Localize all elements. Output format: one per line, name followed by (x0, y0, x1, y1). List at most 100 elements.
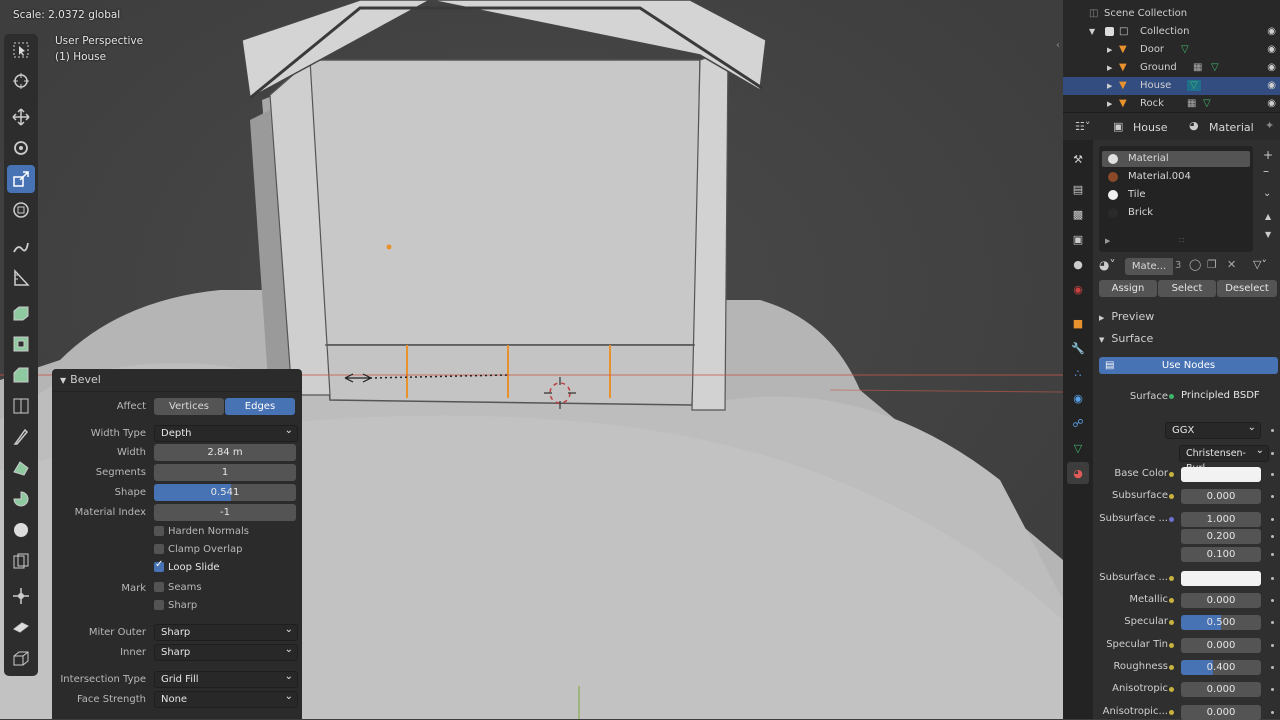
collection-row[interactable]: ▼ □ Collection ◉ (1063, 23, 1280, 41)
rotate-tool-icon[interactable] (7, 134, 35, 162)
bsdf-input-field[interactable] (1181, 571, 1261, 586)
unlink-icon[interactable]: ✕ (1227, 258, 1236, 271)
outliner-item-house[interactable]: ▶ ▼ House ▽ ◉ (1063, 77, 1280, 95)
bevel-operator-panel[interactable]: ▼ Bevel Affect Vertices Edges Width Type D… (52, 369, 302, 719)
tool-tab-icon[interactable]: ⚒ (1067, 148, 1089, 170)
object-tab-icon[interactable]: ■ (1067, 312, 1089, 334)
bsdf-input-field[interactable] (1181, 467, 1261, 482)
scene-tab-icon[interactable]: ● (1067, 253, 1089, 275)
bsdf-input-field[interactable]: 0.500 (1181, 615, 1261, 630)
keyframe-dot[interactable] (1271, 535, 1274, 538)
keyframe-dot[interactable] (1271, 621, 1274, 624)
material-slot-item[interactable]: Brick (1102, 205, 1250, 221)
keyframe-dot[interactable] (1271, 429, 1274, 432)
bsdf-input-field[interactable]: 1.000 (1181, 512, 1261, 527)
visibility-eye-icon[interactable]: ◉ (1267, 98, 1276, 109)
assign-button[interactable]: Assign (1099, 280, 1157, 297)
sharp-checkbox[interactable]: Sharp (154, 600, 197, 611)
rip-tool-icon[interactable] (7, 613, 35, 641)
pin-icon[interactable]: ✦ (1265, 119, 1274, 132)
output-tab-icon[interactable]: ▩ (1067, 203, 1089, 225)
smooth-tool-icon[interactable] (7, 516, 35, 544)
transform-tool-icon[interactable] (7, 196, 35, 224)
duplicate-material-icon[interactable]: ❐ (1207, 258, 1217, 271)
context-material-name[interactable]: Material (1209, 121, 1254, 134)
render-tab-icon[interactable]: ▤ (1067, 178, 1089, 200)
extrude-tool-icon[interactable] (7, 299, 35, 327)
intersection-type-dropdown[interactable]: Grid Fill (154, 669, 298, 688)
mesh-data-tab-icon[interactable]: ▽ (1067, 437, 1089, 459)
clamp-overlap-checkbox[interactable]: Clamp Overlap (154, 544, 242, 555)
bsdf-input-field[interactable]: 0.000 (1181, 489, 1261, 504)
browse-material-icon[interactable]: ◕˅ (1099, 258, 1115, 272)
miter-outer-dropdown[interactable]: Sharp (154, 622, 298, 641)
bsdf-input-field[interactable]: 0.100 (1181, 547, 1261, 562)
move-up-icon[interactable]: ▲ (1265, 212, 1271, 221)
material-slot-list[interactable]: Material Material.004 Tile Brick ▶ ∷ (1099, 146, 1253, 252)
face-strength-dropdown[interactable]: None (154, 689, 298, 708)
slot-specials-icon[interactable]: ⌄ (1263, 188, 1271, 199)
material-index-field[interactable]: -1 (154, 504, 296, 521)
outliner-item-ground[interactable]: ▶ ▼ Ground ▦ ▽ ◉ (1063, 59, 1280, 77)
3d-viewport[interactable]: Scale: 2.0372 global User Perspective (1… (0, 0, 1063, 719)
material-tab-icon[interactable]: ◕ (1067, 462, 1089, 484)
poly-build-tool-icon[interactable] (7, 454, 35, 482)
visibility-eye-icon[interactable]: ◉ (1267, 26, 1276, 37)
expand-arrow-icon[interactable]: ▶ (1105, 237, 1110, 245)
cube-tool-icon[interactable] (7, 644, 35, 672)
shape-slider[interactable]: 0.541 (154, 484, 296, 501)
outliner-item-door[interactable]: ▶ ▼ Door ▽ ◉ (1063, 41, 1280, 59)
width-field[interactable]: 2.84 m (154, 444, 296, 461)
editor-type-icon[interactable]: ☷˅ (1075, 120, 1090, 133)
modifier-tab-icon[interactable]: 🔧 (1067, 337, 1089, 359)
loop-slide-checkbox[interactable]: Loop Slide (154, 559, 220, 573)
keyframe-dot[interactable] (1271, 644, 1274, 647)
keyframe-dot[interactable] (1271, 599, 1274, 602)
keyframe-dot[interactable] (1271, 666, 1274, 669)
affect-vertices-option[interactable]: Vertices (154, 398, 224, 415)
constraints-tab-icon[interactable]: ☍ (1067, 412, 1089, 434)
keyframe-dot[interactable] (1271, 577, 1274, 580)
move-down-icon[interactable]: ▼ (1265, 230, 1271, 239)
segments-field[interactable]: 1 (154, 464, 296, 481)
shear-tool-icon[interactable] (7, 582, 35, 610)
keyframe-dot[interactable] (1271, 473, 1274, 476)
seams-checkbox[interactable]: Seams (154, 582, 202, 593)
outliner-item-rock[interactable]: ▶ ▼ Rock ▦ ▽ ◉ (1063, 95, 1280, 113)
bsdf-input-field[interactable]: 0.000 (1181, 682, 1261, 697)
loop-cut-tool-icon[interactable] (7, 392, 35, 420)
keyframe-dot[interactable] (1271, 688, 1274, 691)
keyframe-dot[interactable] (1271, 553, 1274, 556)
material-slot-item[interactable]: Tile (1102, 187, 1250, 203)
remove-slot-icon[interactable]: – (1263, 164, 1269, 178)
spin-tool-icon[interactable] (7, 485, 35, 513)
knife-tool-icon[interactable] (7, 423, 35, 451)
select-box-tool-icon[interactable] (7, 36, 35, 64)
keyframe-dot[interactable] (1271, 518, 1274, 521)
use-nodes-button[interactable]: ▤ Use Nodes (1099, 357, 1278, 374)
measure-tool-icon[interactable] (7, 264, 35, 292)
particles-tab-icon[interactable]: ∴ (1067, 362, 1089, 384)
keyframe-dot[interactable] (1271, 711, 1274, 714)
scene-collection-row[interactable]: ◫ Scene Collection (1063, 5, 1280, 23)
annotate-tool-icon[interactable] (7, 233, 35, 261)
material-slot-item[interactable]: Material.004 (1102, 169, 1250, 185)
width-type-dropdown[interactable]: Depth (154, 423, 298, 442)
distribution-dropdown[interactable]: GGX (1165, 420, 1261, 439)
filter-icon[interactable]: ▽˅ (1253, 258, 1267, 271)
affect-edges-option[interactable]: Edges (225, 398, 295, 415)
deselect-button[interactable]: Deselect (1217, 280, 1277, 297)
bevel-tool-icon[interactable] (7, 361, 35, 389)
bsdf-input-field[interactable]: 0.000 (1181, 593, 1261, 608)
outliner[interactable]: ◫ Scene Collection ▼ □ Collection ◉ ▶ ▼ … (1063, 0, 1280, 112)
surface-shader-value[interactable]: Principled BSDF (1181, 390, 1260, 401)
subsurface-method-dropdown[interactable]: Christensen-Burl... (1179, 443, 1269, 474)
world-tab-icon[interactable]: ◉ (1067, 278, 1089, 300)
physics-tab-icon[interactable]: ◉ (1067, 387, 1089, 409)
material-name-field[interactable]: Mate... (1125, 258, 1173, 275)
inset-tool-icon[interactable] (7, 330, 35, 358)
inner-dropdown[interactable]: Sharp (154, 642, 298, 661)
move-tool-icon[interactable] (7, 103, 35, 131)
collapse-sidebar-icon[interactable]: ‹ (1056, 40, 1060, 51)
cursor-tool-icon[interactable] (7, 67, 35, 95)
